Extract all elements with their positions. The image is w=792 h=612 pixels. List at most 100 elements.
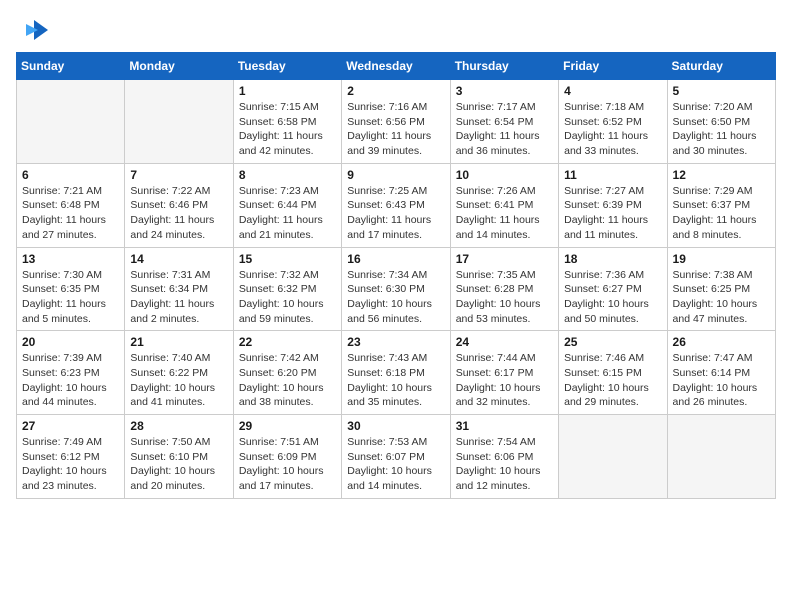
- calendar-day-header: Thursday: [450, 53, 558, 80]
- calendar-day-header: Wednesday: [342, 53, 450, 80]
- day-info: Sunrise: 7:20 AM Sunset: 6:50 PM Dayligh…: [673, 100, 770, 159]
- day-number: 8: [239, 168, 336, 182]
- calendar-cell: 20Sunrise: 7:39 AM Sunset: 6:23 PM Dayli…: [17, 331, 125, 415]
- day-info: Sunrise: 7:51 AM Sunset: 6:09 PM Dayligh…: [239, 435, 336, 494]
- day-number: 29: [239, 419, 336, 433]
- calendar-cell: 7 Sunrise: 7:22 AM Sunset: 6:46 PM Daylig…: [125, 163, 233, 247]
- day-number: 28: [130, 419, 227, 433]
- calendar-cell: 13 Sunrise: 7:30 AM Sunset: 6:35 PM Dayli…: [17, 247, 125, 331]
- calendar-cell: 4 Sunrise: 7:18 AM Sunset: 6:52 PM Daylig…: [559, 80, 667, 164]
- day-info: Sunrise: 7:17 AM Sunset: 6:54 PM Dayligh…: [456, 100, 553, 159]
- calendar-cell: 11 Sunrise: 7:27 AM Sunset: 6:39 PM Dayli…: [559, 163, 667, 247]
- page-header: [16, 16, 776, 44]
- calendar-table: SundayMondayTuesdayWednesdayThursdayFrid…: [16, 52, 776, 499]
- day-number: 14: [130, 252, 227, 266]
- day-info: Sunrise: 7:38 AM Sunset: 6:25 PM Dayligh…: [673, 268, 770, 327]
- calendar-cell: 19 Sunrise: 7:38 AM Sunset: 6:25 PM Dayli…: [667, 247, 775, 331]
- day-number: 16: [347, 252, 444, 266]
- day-number: 6: [22, 168, 119, 182]
- day-info: Sunrise: 7:54 AM Sunset: 6:06 PM Dayligh…: [456, 435, 553, 494]
- day-number: 26: [673, 335, 770, 349]
- calendar-cell: 29 Sunrise: 7:51 AM Sunset: 6:09 PM Dayli…: [233, 415, 341, 499]
- day-number: 27: [22, 419, 119, 433]
- day-info: Sunrise: 7:46 AM Sunset: 6:15 PM Dayligh…: [564, 351, 661, 410]
- day-number: 17: [456, 252, 553, 266]
- day-number: 18: [564, 252, 661, 266]
- calendar-cell: [667, 415, 775, 499]
- day-number: 24: [456, 335, 553, 349]
- day-info: Sunrise: 7:35 AM Sunset: 6:28 PM Dayligh…: [456, 268, 553, 327]
- calendar-cell: 9 Sunrise: 7:25 AM Sunset: 6:43 PM Daylig…: [342, 163, 450, 247]
- day-number: 5: [673, 84, 770, 98]
- calendar-day-header: Saturday: [667, 53, 775, 80]
- calendar-week-row: 20Sunrise: 7:39 AM Sunset: 6:23 PM Dayli…: [17, 331, 776, 415]
- calendar-cell: 10Sunrise: 7:26 AM Sunset: 6:41 PM Dayli…: [450, 163, 558, 247]
- calendar-cell: 26Sunrise: 7:47 AM Sunset: 6:14 PM Dayli…: [667, 331, 775, 415]
- day-info: Sunrise: 7:25 AM Sunset: 6:43 PM Dayligh…: [347, 184, 444, 243]
- calendar-cell: 28 Sunrise: 7:50 AM Sunset: 6:10 PM Dayli…: [125, 415, 233, 499]
- day-info: Sunrise: 7:18 AM Sunset: 6:52 PM Dayligh…: [564, 100, 661, 159]
- day-number: 11: [564, 168, 661, 182]
- calendar-cell: 31 Sunrise: 7:54 AM Sunset: 6:06 PM Dayli…: [450, 415, 558, 499]
- day-info: Sunrise: 7:21 AM Sunset: 6:48 PM Dayligh…: [22, 184, 119, 243]
- calendar-day-header: Friday: [559, 53, 667, 80]
- calendar-cell: 5 Sunrise: 7:20 AM Sunset: 6:50 PM Daylig…: [667, 80, 775, 164]
- day-info: Sunrise: 7:15 AM Sunset: 6:58 PM Dayligh…: [239, 100, 336, 159]
- day-info: Sunrise: 7:27 AM Sunset: 6:39 PM Dayligh…: [564, 184, 661, 243]
- day-number: 21: [130, 335, 227, 349]
- day-number: 2: [347, 84, 444, 98]
- calendar-cell: 16 Sunrise: 7:34 AM Sunset: 6:30 PM Dayli…: [342, 247, 450, 331]
- calendar-cell: 23 Sunrise: 7:43 AM Sunset: 6:18 PM Dayli…: [342, 331, 450, 415]
- day-info: Sunrise: 7:31 AM Sunset: 6:34 PM Dayligh…: [130, 268, 227, 327]
- day-info: Sunrise: 7:26 AM Sunset: 6:41 PM Dayligh…: [456, 184, 553, 243]
- calendar-week-row: 6 Sunrise: 7:21 AM Sunset: 6:48 PM Daylig…: [17, 163, 776, 247]
- calendar-week-row: 1 Sunrise: 7:15 AM Sunset: 6:58 PM Daylig…: [17, 80, 776, 164]
- day-info: Sunrise: 7:22 AM Sunset: 6:46 PM Dayligh…: [130, 184, 227, 243]
- day-number: 25: [564, 335, 661, 349]
- day-number: 20: [22, 335, 119, 349]
- calendar-week-row: 27Sunrise: 7:49 AM Sunset: 6:12 PM Dayli…: [17, 415, 776, 499]
- day-number: 4: [564, 84, 661, 98]
- calendar-cell: 3Sunrise: 7:17 AM Sunset: 6:54 PM Daylig…: [450, 80, 558, 164]
- day-info: Sunrise: 7:32 AM Sunset: 6:32 PM Dayligh…: [239, 268, 336, 327]
- calendar-cell: [559, 415, 667, 499]
- day-info: Sunrise: 7:50 AM Sunset: 6:10 PM Dayligh…: [130, 435, 227, 494]
- calendar-cell: 15 Sunrise: 7:32 AM Sunset: 6:32 PM Dayli…: [233, 247, 341, 331]
- calendar-cell: [125, 80, 233, 164]
- day-number: 13: [22, 252, 119, 266]
- calendar-day-header: Monday: [125, 53, 233, 80]
- day-info: Sunrise: 7:30 AM Sunset: 6:35 PM Dayligh…: [22, 268, 119, 327]
- calendar-day-header: Sunday: [17, 53, 125, 80]
- day-info: Sunrise: 7:16 AM Sunset: 6:56 PM Dayligh…: [347, 100, 444, 159]
- logo: [16, 16, 50, 44]
- day-number: 1: [239, 84, 336, 98]
- calendar-cell: 25 Sunrise: 7:46 AM Sunset: 6:15 PM Dayli…: [559, 331, 667, 415]
- calendar-cell: 24Sunrise: 7:44 AM Sunset: 6:17 PM Dayli…: [450, 331, 558, 415]
- day-number: 12: [673, 168, 770, 182]
- calendar-cell: 27Sunrise: 7:49 AM Sunset: 6:12 PM Dayli…: [17, 415, 125, 499]
- day-info: Sunrise: 7:34 AM Sunset: 6:30 PM Dayligh…: [347, 268, 444, 327]
- day-info: Sunrise: 7:40 AM Sunset: 6:22 PM Dayligh…: [130, 351, 227, 410]
- day-info: Sunrise: 7:36 AM Sunset: 6:27 PM Dayligh…: [564, 268, 661, 327]
- day-number: 7: [130, 168, 227, 182]
- day-number: 19: [673, 252, 770, 266]
- calendar-cell: 12 Sunrise: 7:29 AM Sunset: 6:37 PM Dayli…: [667, 163, 775, 247]
- calendar-cell: 17 Sunrise: 7:35 AM Sunset: 6:28 PM Dayli…: [450, 247, 558, 331]
- day-number: 23: [347, 335, 444, 349]
- calendar-cell: 22 Sunrise: 7:42 AM Sunset: 6:20 PM Dayli…: [233, 331, 341, 415]
- calendar-cell: 14 Sunrise: 7:31 AM Sunset: 6:34 PM Dayli…: [125, 247, 233, 331]
- day-info: Sunrise: 7:43 AM Sunset: 6:18 PM Dayligh…: [347, 351, 444, 410]
- day-info: Sunrise: 7:29 AM Sunset: 6:37 PM Dayligh…: [673, 184, 770, 243]
- calendar-cell: 2 Sunrise: 7:16 AM Sunset: 6:56 PM Daylig…: [342, 80, 450, 164]
- day-number: 9: [347, 168, 444, 182]
- day-number: 22: [239, 335, 336, 349]
- day-number: 15: [239, 252, 336, 266]
- calendar-day-header: Tuesday: [233, 53, 341, 80]
- calendar-cell: 30Sunrise: 7:53 AM Sunset: 6:07 PM Dayli…: [342, 415, 450, 499]
- calendar-header-row: SundayMondayTuesdayWednesdayThursdayFrid…: [17, 53, 776, 80]
- calendar-cell: 8Sunrise: 7:23 AM Sunset: 6:44 PM Daylig…: [233, 163, 341, 247]
- day-number: 31: [456, 419, 553, 433]
- day-info: Sunrise: 7:42 AM Sunset: 6:20 PM Dayligh…: [239, 351, 336, 410]
- calendar-cell: 21 Sunrise: 7:40 AM Sunset: 6:22 PM Dayli…: [125, 331, 233, 415]
- calendar-cell: 1 Sunrise: 7:15 AM Sunset: 6:58 PM Daylig…: [233, 80, 341, 164]
